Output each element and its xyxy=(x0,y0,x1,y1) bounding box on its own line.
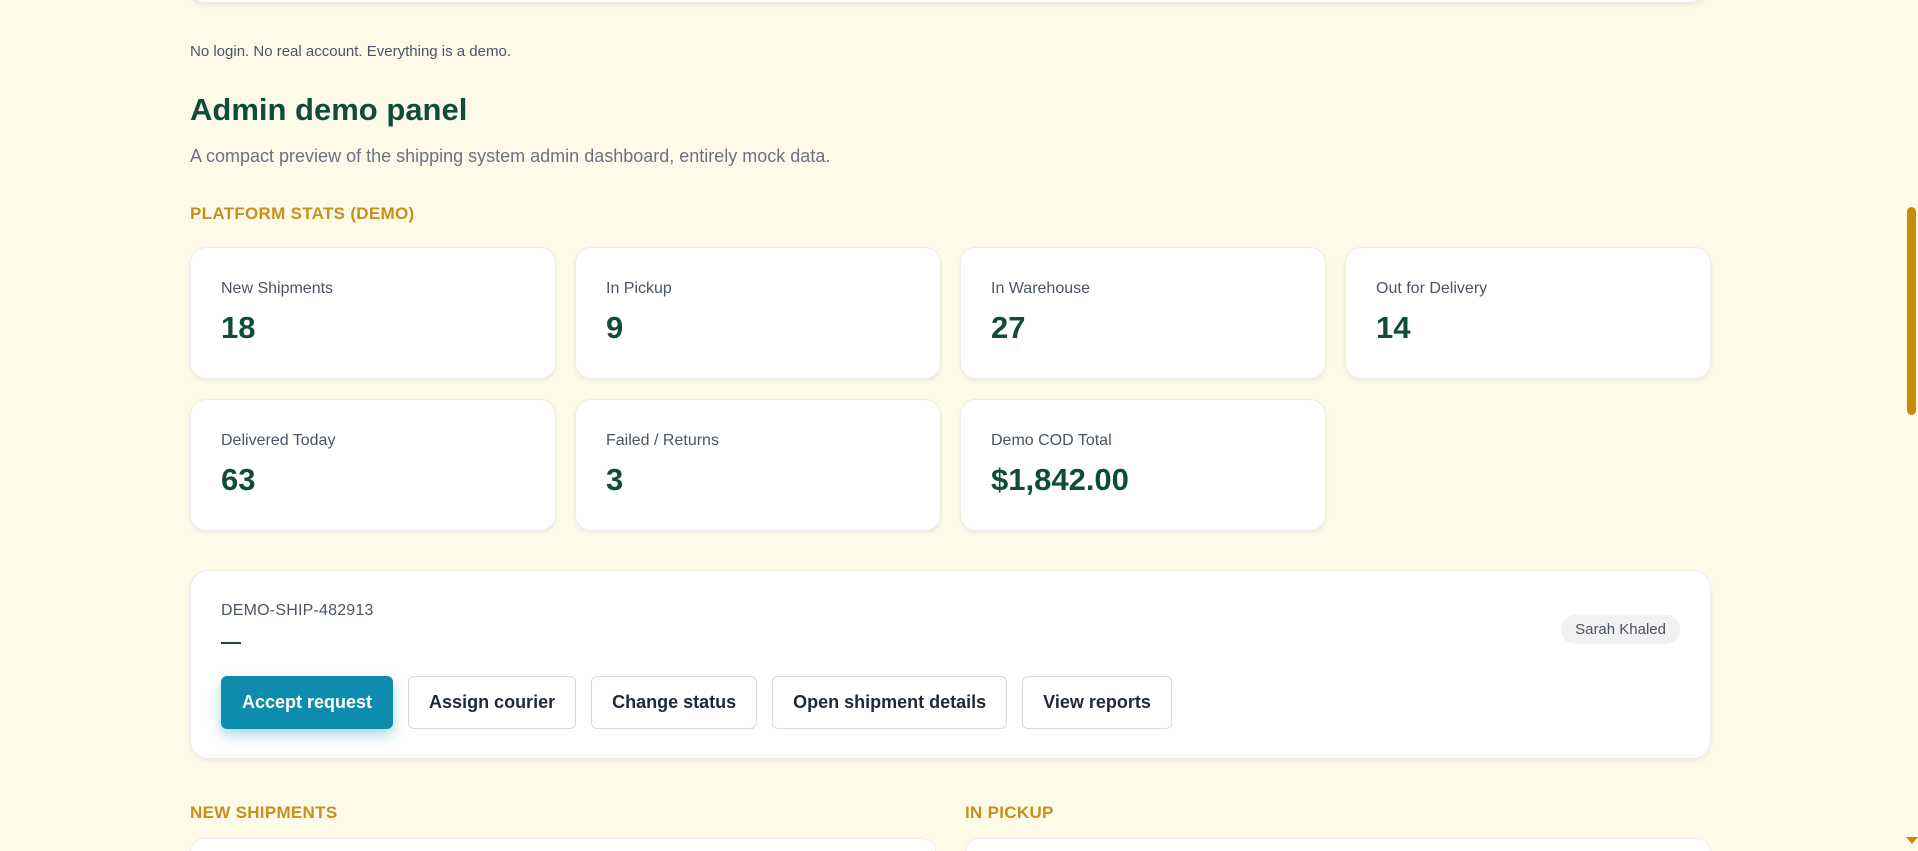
stat-value: 9 xyxy=(606,310,624,345)
stat-value: 18 xyxy=(221,310,256,345)
page-subtitle: A compact preview of the shipping system… xyxy=(190,146,831,166)
stat-value: 14 xyxy=(1376,310,1411,345)
stat-label: Delivered Today xyxy=(221,432,336,449)
owner-badge: Sarah Khaled xyxy=(1561,615,1680,644)
stat-label: In Warehouse xyxy=(991,280,1091,297)
stat-card-in-pickup: In Pickup 9 xyxy=(575,247,941,379)
accept-request-button[interactable]: Accept request xyxy=(221,676,394,729)
stat-label: Demo COD Total xyxy=(991,432,1112,449)
shipment-card: DEMO-SHIP-482913 Sarah Khaled Accept req… xyxy=(190,570,1711,759)
stat-card-delivered-today: Delivered Today 63 xyxy=(190,399,556,531)
platform-stats-heading: PLATFORM STATS (DEMO) xyxy=(190,204,415,223)
stat-label: Out for Delivery xyxy=(1376,280,1488,297)
stat-value: 27 xyxy=(991,310,1026,345)
demo-note: No login. No real account. Everything is… xyxy=(190,43,511,60)
stat-value: 63 xyxy=(221,462,256,497)
new-shipments-panel xyxy=(190,838,936,851)
top-card-edge xyxy=(190,0,1705,2)
scrollbar-thumb[interactable] xyxy=(1907,207,1916,415)
stat-card-new-shipments: New Shipments 18 xyxy=(190,247,556,379)
view-reports-button[interactable]: View reports xyxy=(1022,676,1172,729)
shipment-dash-divider xyxy=(221,642,241,644)
stat-card-failed-returns: Failed / Returns 3 xyxy=(575,399,941,531)
admin-demo-page: No login. No real account. Everything is… xyxy=(0,0,1918,851)
stat-card-out-for-delivery: Out for Delivery 14 xyxy=(1345,247,1711,379)
page-title: Admin demo panel xyxy=(190,92,468,127)
in-pickup-panel xyxy=(965,838,1711,851)
open-shipment-details-button[interactable]: Open shipment details xyxy=(772,676,1008,729)
stat-card-demo-cod-total: Demo COD Total $1,842.00 xyxy=(960,399,1326,531)
stat-card-in-warehouse: In Warehouse 27 xyxy=(960,247,1326,379)
assign-courier-button[interactable]: Assign courier xyxy=(408,676,577,729)
change-status-button[interactable]: Change status xyxy=(591,676,758,729)
stat-label: New Shipments xyxy=(221,280,334,297)
new-shipments-heading: NEW SHIPMENTS xyxy=(190,803,338,822)
in-pickup-heading: IN PICKUP xyxy=(965,803,1054,822)
stat-label: Failed / Returns xyxy=(606,432,719,449)
stat-value: 3 xyxy=(606,462,624,497)
stat-label: In Pickup xyxy=(606,280,672,297)
shipment-actions: Accept request Assign courier Change sta… xyxy=(221,676,1172,729)
shipment-id: DEMO-SHIP-482913 xyxy=(221,602,374,619)
stat-value: $1,842.00 xyxy=(991,462,1129,497)
scroll-down-arrow-icon[interactable] xyxy=(1906,837,1918,844)
